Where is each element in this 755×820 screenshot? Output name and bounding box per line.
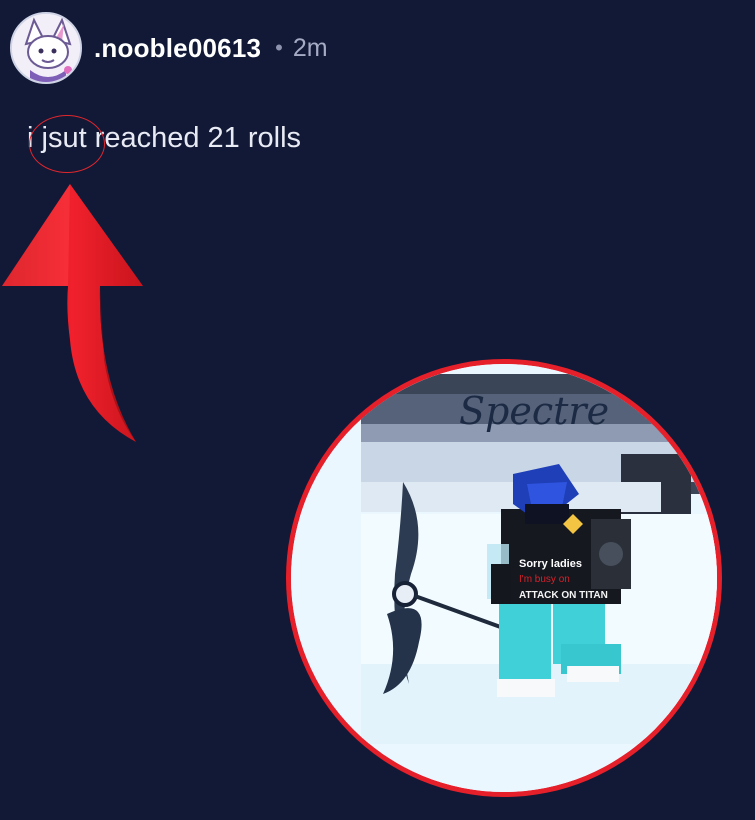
avatar-image xyxy=(12,14,80,82)
shirt-text-line3: ATTACK ON TITAN xyxy=(519,590,608,601)
shirt-text-line2: I'm busy on xyxy=(519,574,570,585)
red-up-arrow-icon xyxy=(2,184,143,442)
username[interactable]: .nooble00613 xyxy=(94,33,261,64)
timestamp[interactable]: 2m xyxy=(293,34,328,63)
post-header: .nooble00613 • 2m xyxy=(10,12,328,84)
highlighted-image: Spectre Sorry ladies I'm busy on ATTACK … xyxy=(286,359,722,797)
roblox-screenshot-image: Spectre Sorry ladies I'm busy on ATTACK … xyxy=(291,364,717,792)
avatar[interactable] xyxy=(10,12,82,84)
shirt-text-line1: Sorry ladies xyxy=(519,558,582,570)
typo-highlight-circle xyxy=(29,115,105,173)
separator-dot: • xyxy=(275,35,283,60)
scene-title-text: Spectre xyxy=(459,389,609,433)
